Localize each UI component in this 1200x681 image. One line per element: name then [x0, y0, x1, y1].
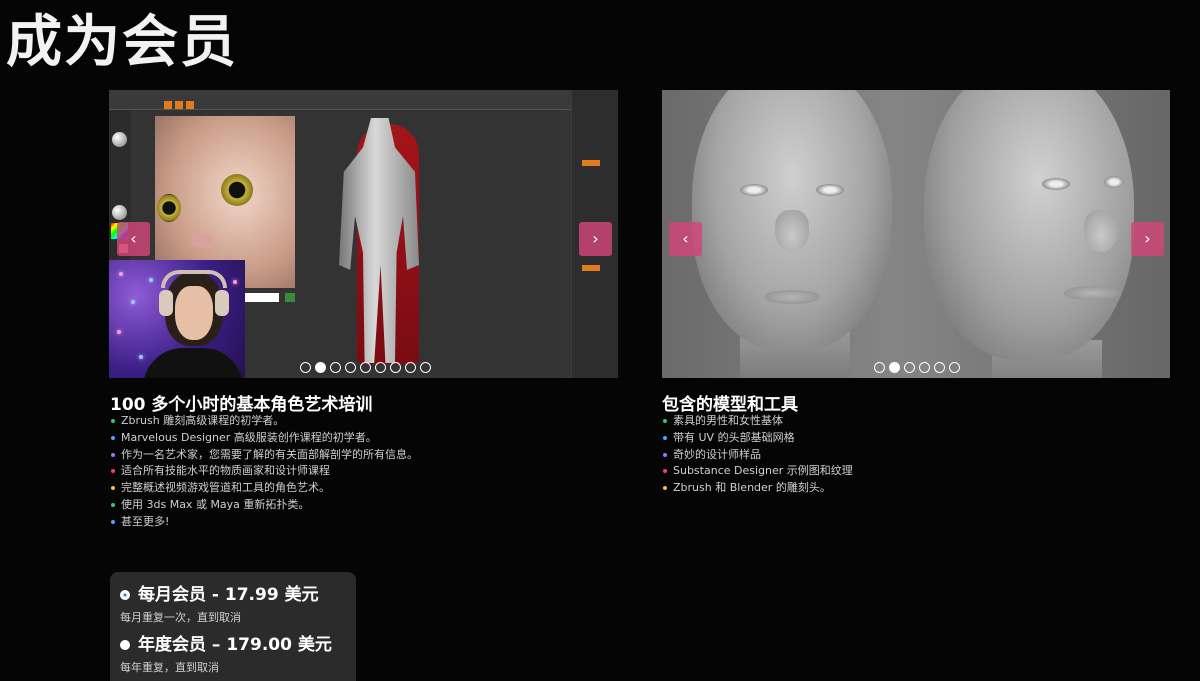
carousel-dot[interactable] — [345, 362, 356, 373]
carousel-dot[interactable] — [405, 362, 416, 373]
zbrush-input-field — [243, 293, 279, 302]
cat-nose — [191, 234, 213, 248]
zbrush-tool-tabs — [164, 101, 194, 109]
feature-item: 适合所有技能水平的物质画家和设计师课程 — [110, 463, 418, 480]
carousel-next-button[interactable]: › — [1131, 222, 1164, 256]
models-carousel[interactable]: ‹ › — [662, 90, 1170, 378]
carousel-dot[interactable] — [889, 362, 900, 373]
carousel-prev-button[interactable]: ‹ — [669, 222, 702, 256]
carousel-prev-button[interactable]: ‹ — [117, 222, 150, 256]
feature-item: 素具的男性和女性基体 — [662, 413, 853, 430]
zbrush-tab — [175, 101, 183, 109]
brush-sphere-icon — [112, 132, 127, 147]
zbrush-right-shelf — [561, 110, 571, 378]
plan-monthly-note: 每月重复一次，直到取消 — [120, 611, 241, 624]
carousel-dot[interactable] — [375, 362, 386, 373]
training-feature-list: Zbrush 雕刻高级课程的初学者。 Marvelous Designer 高级服… — [110, 413, 418, 531]
page-title: 成为会员 — [6, 10, 238, 75]
section-title-training: 100 多个小时的基本角色艺术培训 — [110, 395, 373, 415]
carousel-dot[interactable] — [420, 362, 431, 373]
headphones-icon — [161, 270, 227, 288]
carousel-dot[interactable] — [315, 362, 326, 373]
zbrush-tab — [186, 101, 194, 109]
feature-item: Zbrush 和 Blender 的雕刻头。 — [662, 480, 853, 497]
instructor-webcam — [109, 260, 245, 378]
headphone-cup — [159, 290, 173, 316]
carousel-dot[interactable] — [360, 362, 371, 373]
zbrush-panel-button — [582, 265, 600, 271]
headphone-cup — [215, 290, 229, 316]
plan-annual-note: 每年重复，直到取消 — [120, 661, 219, 674]
cat-eye — [157, 194, 181, 222]
carousel-next-button[interactable]: › — [579, 222, 612, 256]
feature-item: 带有 UV 的头部基础网格 — [662, 430, 853, 447]
course-carousel[interactable]: ‹ › — [109, 90, 618, 378]
feature-item: Marvelous Designer 高级服装创作课程的初学者。 — [110, 430, 418, 447]
feature-item: 甚至更多! — [110, 514, 418, 531]
cat-eye — [221, 174, 253, 206]
feature-item: Zbrush 雕刻高级课程的初学者。 — [110, 413, 418, 430]
zbrush-panel-button — [582, 160, 600, 166]
section-title-models: 包含的模型和工具 — [662, 395, 798, 415]
membership-plans: 每月会员 - 17.99 美元 每月重复一次，直到取消 年度会员 – 179.0… — [110, 572, 356, 681]
feature-item: 作为一名艺术家，您需要了解的有关面部解剖学的所有信息。 — [110, 447, 418, 464]
carousel-dot[interactable] — [934, 362, 945, 373]
feature-item: 奇妙的设计师样品 — [662, 447, 853, 464]
instructor-face — [175, 286, 213, 340]
female-head-front-image — [692, 90, 892, 350]
feature-item: 完整概述视频游戏管道和工具的角色艺术。 — [110, 480, 418, 497]
carousel-pagination — [662, 362, 1170, 373]
models-feature-list: 素具的男性和女性基体 带有 UV 的头部基础网格 奇妙的设计师样品 Substance… — [662, 413, 853, 497]
carousel-dot[interactable] — [919, 362, 930, 373]
carousel-dot[interactable] — [300, 362, 311, 373]
carousel-dot[interactable] — [904, 362, 915, 373]
sculpt-figure-image — [329, 118, 434, 364]
carousel-dot[interactable] — [949, 362, 960, 373]
zbrush-button — [285, 293, 295, 302]
female-head-side-image — [924, 90, 1134, 360]
zbrush-tab — [164, 101, 172, 109]
plan-monthly-label: 每月会员 - 17.99 美元 — [138, 585, 319, 605]
plan-monthly-radio[interactable] — [120, 590, 130, 600]
carousel-dot[interactable] — [874, 362, 885, 373]
feature-item: 使用 3ds Max 或 Maya 重新拓扑类。 — [110, 497, 418, 514]
carousel-dot[interactable] — [390, 362, 401, 373]
material-sphere-icon — [112, 205, 127, 220]
carousel-dot[interactable] — [330, 362, 341, 373]
carousel-pagination — [109, 362, 618, 373]
plan-annual-radio[interactable] — [120, 640, 130, 650]
feature-item: Substance Designer 示例图和纹理 — [662, 463, 853, 480]
plan-annual-label: 年度会员 – 179.00 美元 — [138, 635, 332, 655]
zbrush-toolbar — [109, 90, 618, 110]
